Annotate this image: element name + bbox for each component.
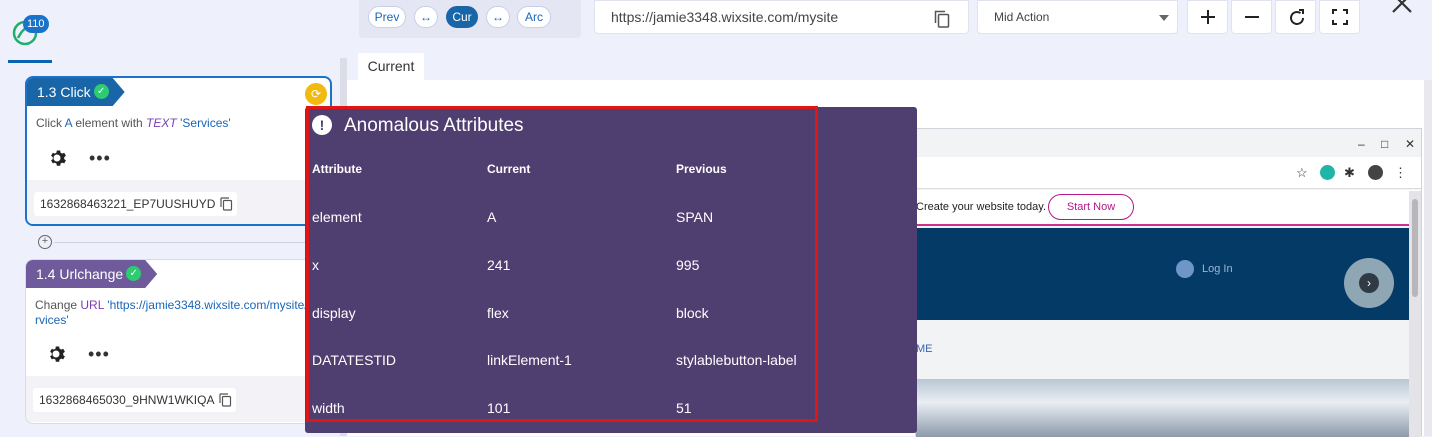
login-link: Log In [1176, 260, 1233, 279]
attribute-name: width [312, 400, 345, 416]
step-id-row: 1632868465030_9HNW1WKIQA [26, 376, 331, 422]
compare-arc-icon[interactable]: ↔ [486, 6, 510, 28]
step-card-urlchange[interactable]: 1.4 Urlchange ✓ Change URL 'https://jami… [25, 259, 332, 424]
maximize-icon: □ [1381, 137, 1389, 151]
tab-current[interactable]: Current [358, 53, 424, 80]
column-header-previous: Previous [676, 162, 727, 176]
step-id-row: 1632868463221_EP7UUSHUYD [27, 180, 330, 224]
notification-badge: 110 [23, 15, 49, 33]
previous-value: 51 [676, 400, 692, 416]
current-value: 101 [487, 400, 511, 416]
fullscreen-button[interactable] [1319, 0, 1360, 34]
extension-icon [1320, 165, 1335, 180]
check-icon: ✓ [126, 266, 141, 281]
compare-prev-icon[interactable]: ↔ [414, 6, 438, 28]
column-header-attribute: Attribute [312, 162, 362, 176]
step-id-chip: 1632868465030_9HNW1WKIQA [33, 388, 237, 412]
fix-warning-icon[interactable]: ⟳ [305, 83, 327, 105]
prev-button[interactable]: Prev [368, 6, 406, 28]
steps-panel: 110 1.3 Click ✓ Click A element with TEX… [0, 0, 347, 436]
current-value: flex [487, 305, 509, 321]
attribute-name: x [312, 257, 319, 273]
captured-scrollbar [1409, 191, 1421, 437]
arrow-right-icon: › [1359, 273, 1379, 293]
column-header-current: Current [487, 162, 531, 176]
more-icon[interactable]: ••• [88, 345, 110, 363]
promo-bar: Create your website today. Start Now [916, 190, 1421, 226]
previous-value: block [676, 305, 709, 321]
previous-value: stylablebutton-label [676, 352, 797, 368]
star-icon: ☆ [1296, 165, 1308, 180]
check-icon: ✓ [94, 84, 109, 99]
profile-icon [1368, 165, 1383, 180]
captured-address-bar: ☆ ✱ ⋮ [916, 157, 1421, 189]
step-title-pill: 1.4 Urlchange ✓ [26, 260, 157, 288]
step-title: 1.3 Click [37, 84, 91, 100]
next-arrow-button: › [1344, 258, 1394, 308]
snapshot-nav: Prev ↔ Cur ↔ Arc [359, 0, 581, 38]
start-now-button: Start Now [1048, 194, 1134, 220]
more-icon[interactable]: ••• [89, 149, 111, 167]
close-icon[interactable] [1389, 0, 1415, 16]
previous-value: 995 [676, 257, 700, 273]
step-description: Click A element with TEXT 'Services' [36, 116, 231, 130]
attribute-name: display [312, 305, 356, 321]
action-mode-select[interactable]: Mid Action [977, 0, 1178, 34]
caret-down-icon [1159, 15, 1169, 21]
hero-image [916, 379, 1410, 437]
current-value: linkElement-1 [487, 352, 572, 368]
step-title-pill: 1.3 Click ✓ [27, 78, 125, 106]
step-id-chip: 1632868463221_EP7UUSHUYD [34, 192, 238, 216]
step-title: 1.4 Urlchange [36, 266, 124, 282]
attribute-name: DATATESTID [312, 352, 396, 368]
captured-browser-window: – □ ✕ ☆ ✱ ⋮ Create your website today. S… [915, 128, 1422, 437]
separator [54, 242, 332, 243]
alert-icon: ! [312, 115, 332, 135]
nav-link-text: ME [916, 343, 933, 355]
copy-icon[interactable] [220, 197, 233, 211]
anomalous-attributes-panel: ! Anomalous Attributes Attribute Current… [305, 107, 917, 433]
refresh-icon [1290, 9, 1304, 25]
viewer-scrollbar[interactable] [1424, 80, 1432, 436]
minimize-icon: – [1358, 137, 1365, 151]
copy-icon[interactable] [219, 393, 232, 407]
active-tab-indicator [8, 60, 52, 63]
fullscreen-icon [1332, 9, 1348, 25]
user-icon [1176, 260, 1194, 279]
attribute-name: element [312, 209, 362, 225]
minus-icon [1245, 16, 1259, 18]
plus-icon [1201, 10, 1215, 24]
url-field[interactable]: https://jamie3348.wixsite.com/mysite [594, 0, 969, 34]
puzzle-icon: ✱ [1344, 165, 1355, 180]
refresh-button[interactable] [1275, 0, 1316, 34]
add-step-icon[interactable]: + [38, 235, 52, 249]
current-value: 241 [487, 257, 511, 273]
copy-icon[interactable] [934, 10, 950, 28]
zoom-in-button[interactable] [1187, 0, 1228, 34]
step-card-click[interactable]: 1.3 Click ✓ Click A element with TEXT 'S… [25, 76, 332, 226]
zoom-out-button[interactable] [1231, 0, 1272, 34]
step-description: Change URL 'https://jamie3348.wixsite.co… [35, 298, 321, 327]
previous-value: SPAN [676, 209, 714, 225]
current-value: A [487, 209, 497, 225]
close-icon: ✕ [1405, 137, 1416, 151]
kebab-menu-icon: ⋮ [1394, 165, 1407, 180]
gear-icon[interactable] [47, 148, 67, 168]
cur-button[interactable]: Cur [446, 6, 478, 28]
arc-button[interactable]: Arc [517, 6, 551, 28]
site-header: Log In › [916, 228, 1410, 320]
panel-title: Anomalous Attributes [344, 115, 524, 136]
gear-icon[interactable] [46, 344, 66, 364]
